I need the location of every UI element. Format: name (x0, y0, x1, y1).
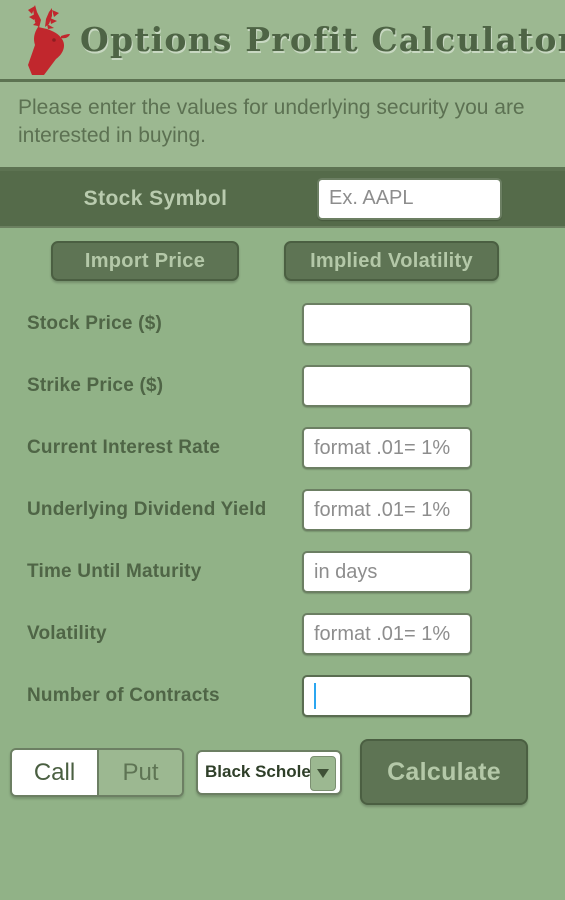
field-wrap-volatility (302, 613, 472, 655)
form-row-interest-rate: Current Interest Rate (0, 417, 565, 479)
option-type-toggle: Call Put (10, 747, 184, 797)
interest-rate-input[interactable] (302, 427, 472, 469)
text-caret (314, 683, 316, 709)
number-of-contracts-input[interactable] (302, 675, 472, 717)
label-dividend-yield: Underlying Dividend Yield (27, 499, 267, 520)
input-form: Stock Price ($) Strike Price ($) Current… (0, 293, 565, 727)
instruction-text: Please enter the values for underlying s… (18, 96, 525, 147)
action-button-row: Import Price Implied Volatility (0, 228, 565, 293)
stock-symbol-input-wrap (317, 177, 502, 220)
form-row-strike-price: Strike Price ($) (0, 355, 565, 417)
field-wrap-stock-price (302, 303, 472, 345)
instruction-band: Please enter the values for underlying s… (0, 82, 565, 171)
stock-symbol-input[interactable] (317, 177, 502, 220)
field-wrap-number-of-contracts (302, 675, 472, 717)
form-row-time-to-maturity: Time Until Maturity (0, 541, 565, 603)
stock-price-input[interactable] (302, 303, 472, 345)
form-row-dividend-yield: Underlying Dividend Yield (0, 479, 565, 541)
app-header: Options Profit Calculator (0, 0, 565, 82)
dividend-yield-input[interactable] (302, 489, 472, 531)
chevron-down-icon[interactable] (310, 755, 336, 791)
pricing-model-select[interactable]: Black Scholes (196, 749, 342, 795)
calculate-button[interactable]: Calculate (360, 739, 528, 805)
strike-price-input[interactable] (302, 365, 472, 407)
option-type-call[interactable]: Call (12, 749, 97, 795)
label-number-of-contracts: Number of Contracts (27, 685, 220, 706)
label-strike-price: Strike Price ($) (27, 375, 164, 396)
form-row-number-of-contracts: Number of Contracts (0, 665, 565, 727)
field-wrap-time-to-maturity (302, 551, 472, 593)
pricing-model-value: Black Scholes (205, 762, 321, 781)
time-to-maturity-input[interactable] (302, 551, 472, 593)
form-row-stock-price: Stock Price ($) (0, 293, 565, 355)
stock-symbol-label: Stock Symbol (83, 186, 228, 210)
field-wrap-strike-price (302, 365, 472, 407)
option-type-put[interactable]: Put (97, 749, 182, 795)
label-time-to-maturity: Time Until Maturity (27, 561, 202, 582)
page-title: Options Profit Calculator (80, 20, 565, 59)
footer-controls: Call Put Black Scholes Calculate (0, 727, 565, 805)
import-price-button[interactable]: Import Price (51, 241, 239, 281)
field-wrap-dividend-yield (302, 489, 472, 531)
field-wrap-interest-rate (302, 427, 472, 469)
label-interest-rate: Current Interest Rate (27, 437, 221, 458)
volatility-input[interactable] (302, 613, 472, 655)
deer-head-icon (12, 1, 74, 79)
form-row-volatility: Volatility (0, 603, 565, 665)
label-stock-price: Stock Price ($) (27, 313, 162, 334)
stock-symbol-row: Stock Symbol (0, 171, 565, 228)
label-volatility: Volatility (27, 623, 107, 644)
implied-volatility-button[interactable]: Implied Volatility (284, 241, 499, 281)
options-profit-calculator-screen: Options Profit Calculator Please enter t… (0, 0, 565, 900)
